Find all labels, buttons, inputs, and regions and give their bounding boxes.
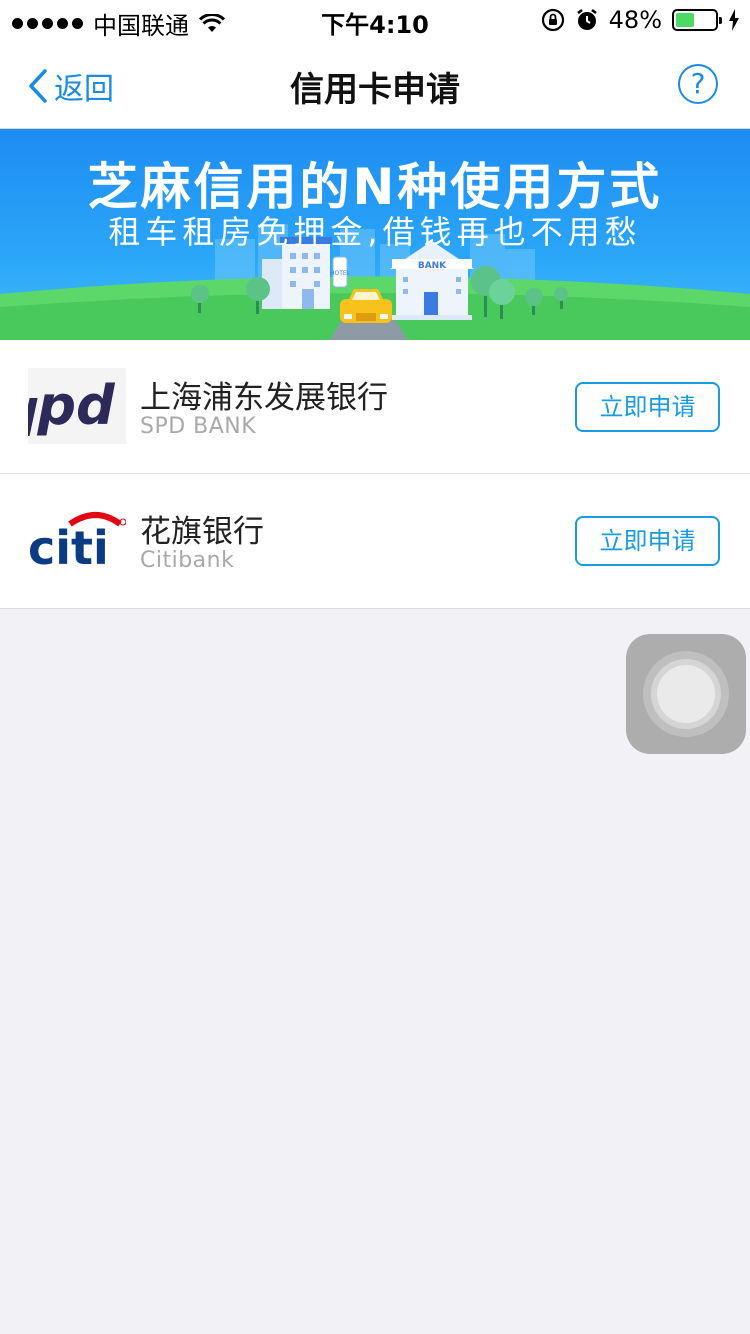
spd-logo-text: pd xyxy=(36,374,116,437)
nav-bar: 返回 信用卡申请 ? xyxy=(0,40,750,129)
chevron-left-icon xyxy=(29,69,47,103)
status-left: 中国联通 xyxy=(12,6,225,41)
assistive-touch-button[interactable] xyxy=(626,634,746,754)
promo-banner[interactable]: HOTEL BANK 芝麻信用的N种使用方式 租车租房免押金,借钱再也不用愁 xyxy=(0,129,750,340)
wifi-icon xyxy=(199,13,225,32)
back-button[interactable]: 返回 xyxy=(28,64,114,108)
status-right: 48% xyxy=(541,6,740,34)
rotation-lock-icon xyxy=(541,8,564,32)
citibank-logo: citi xyxy=(28,502,127,578)
list-item[interactable]: citi 花旗银行 Citibank 立即申请 xyxy=(0,474,750,608)
apply-button[interactable]: 立即申请 xyxy=(575,516,720,566)
battery-fill xyxy=(676,13,695,27)
citi-logo-text: citi xyxy=(28,521,109,575)
list-item[interactable]: pd 上海浦东发展银行 SPD BANK 立即申请 xyxy=(0,340,750,474)
assistive-ring-inner xyxy=(657,665,715,723)
help-icon[interactable]: ? xyxy=(678,64,718,104)
status-bar: 中国联通 下午4:10 48% xyxy=(0,0,750,40)
charging-icon xyxy=(729,9,739,31)
apply-button[interactable]: 立即申请 xyxy=(575,382,720,432)
bank-name: 上海浦东发展银行 xyxy=(140,380,388,416)
signal-dots-icon xyxy=(12,18,83,29)
carrier-label: 中国联通 xyxy=(93,12,189,40)
bank-english-name: Citibank xyxy=(140,548,235,573)
battery-percent: 48% xyxy=(608,6,662,34)
alarm-icon xyxy=(576,9,597,30)
bank-name: 花旗银行 xyxy=(140,514,264,550)
bank-english-name: SPD BANK xyxy=(140,414,257,439)
banner-subtitle: 租车租房免押金,借钱再也不用愁 xyxy=(108,213,642,251)
battery-icon xyxy=(672,9,722,31)
bank-list: pd 上海浦东发展银行 SPD BANK 立即申请 citi 花旗银行 Citi… xyxy=(0,340,750,609)
back-label: 返回 xyxy=(54,72,114,107)
spd-bank-logo: pd xyxy=(21,368,126,444)
hotel-sign: HOTEL xyxy=(330,270,351,277)
